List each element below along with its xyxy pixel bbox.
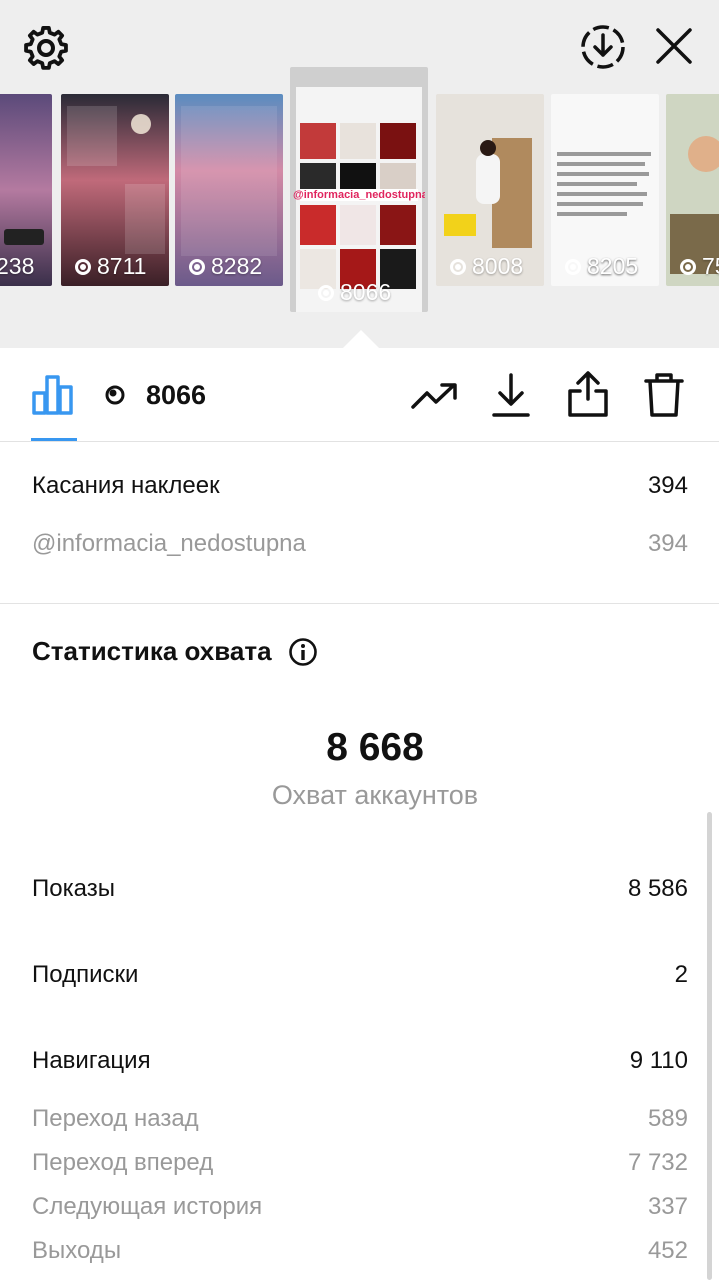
metric-label: Касания наклеек (32, 472, 220, 499)
metric-value: 2 (674, 961, 688, 988)
eye-icon (318, 284, 334, 301)
reach-number: 8 668 (326, 726, 424, 769)
sticker-mention-row[interactable]: @informacia_nedostupna 394 (32, 530, 688, 558)
scrollbar[interactable] (707, 812, 712, 1280)
selection-pointer (341, 330, 381, 350)
forward-row: Переход вперед 7 732 (32, 1149, 688, 1177)
metric-value: 7 732 (627, 1149, 688, 1176)
info-icon[interactable] (288, 637, 318, 667)
story-views: 8711 (75, 253, 146, 280)
trash-icon (644, 373, 684, 417)
story-thumbnail[interactable]: 75 (666, 94, 719, 286)
metric-label: @informacia_nedostupna (32, 530, 306, 557)
navigation-row: Навигация 9 110 (32, 1047, 688, 1075)
bar-chart-icon (32, 375, 73, 415)
metric-value: 337 (647, 1193, 688, 1220)
story-thumbnail[interactable]: 8205 (551, 94, 659, 286)
insights-toolbar: 8066 (0, 348, 719, 442)
story-views: 8066 (318, 279, 391, 306)
close-icon (656, 28, 692, 64)
delete-button[interactable] (640, 370, 688, 420)
metric-label: Следующая история (32, 1193, 263, 1220)
share-icon (568, 371, 608, 417)
story-views: 238 (0, 253, 35, 279)
views-count: 8066 (104, 376, 206, 414)
metric-value: 8 586 (627, 875, 688, 902)
metric-value: 394 (647, 530, 688, 557)
reach-section-title: Статистика охвата (32, 636, 318, 667)
eye-icon (565, 258, 581, 275)
metric-value: 394 (647, 472, 688, 499)
metric-value: 452 (647, 1237, 688, 1264)
metric-label: Выходы (32, 1237, 122, 1264)
story-thumbnail[interactable]: 8711 (61, 94, 169, 286)
story-views: 8282 (189, 253, 262, 280)
section-title-text: Статистика охвата (32, 636, 272, 666)
sticker-taps-row: Касания наклеек 394 (32, 472, 688, 500)
eye-icon (189, 258, 205, 275)
reach-label: Охват аккаунтов (271, 780, 479, 810)
metric-label: Подписки (32, 961, 139, 988)
section-divider (0, 603, 719, 604)
story-thumbnail[interactable]: 8282 (175, 94, 283, 286)
download-circle-icon (581, 25, 625, 69)
story-thumbnail[interactable]: 238 (0, 94, 52, 286)
metric-label: Навигация (32, 1047, 151, 1074)
eye-icon (75, 258, 91, 275)
metric-value: 589 (647, 1105, 688, 1132)
download-button[interactable] (488, 370, 534, 420)
share-button[interactable] (564, 368, 612, 420)
metric-label: Переход назад (32, 1105, 199, 1132)
settings-button[interactable] (22, 24, 70, 72)
insights-tab[interactable] (28, 370, 78, 418)
story-views: 8008 (450, 253, 523, 280)
story-views: 8205 (565, 253, 638, 280)
metric-label: Показы (32, 875, 115, 902)
eye-icon (105, 385, 125, 405)
trend-button[interactable] (410, 376, 460, 416)
close-button[interactable] (650, 22, 698, 70)
story-views: 75 (680, 253, 719, 280)
story-thumbnail[interactable]: 8008 (436, 94, 544, 286)
metric-value: 9 110 (629, 1047, 688, 1074)
story-thumbnail-selected[interactable]: @informacia_nedostupna 8066 (290, 67, 428, 312)
follows-row: Подписки 2 (32, 961, 688, 989)
exits-row: Выходы 452 (32, 1237, 688, 1265)
impressions-row: Показы 8 586 (32, 875, 688, 903)
story-mention-tag: @informacia_nedostupna (293, 189, 425, 201)
gear-icon (24, 26, 68, 70)
metric-label: Переход вперед (32, 1149, 214, 1176)
save-story-button[interactable] (578, 22, 628, 72)
back-row: Переход назад 589 (32, 1105, 688, 1133)
views-count-value: 8066 (146, 379, 207, 410)
eye-icon (450, 258, 466, 275)
next-story-row: Следующая история 337 (32, 1193, 688, 1221)
download-icon (492, 373, 530, 417)
story-strip-area: 238 8711 8282 @informacia_nedostupna 806… (0, 0, 719, 348)
eye-icon (680, 258, 696, 275)
trending-up-icon (411, 383, 457, 409)
active-tab-indicator (31, 438, 77, 441)
